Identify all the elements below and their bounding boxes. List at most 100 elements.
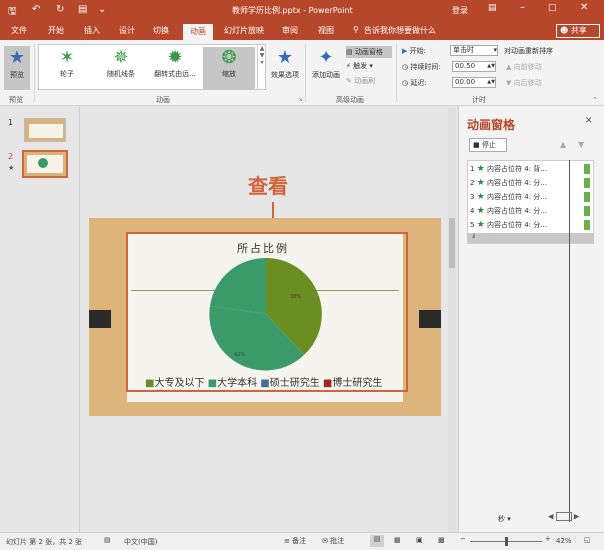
legend-swatch: ■ bbox=[260, 378, 270, 389]
pie-chart[interactable]: 38% 42% bbox=[204, 256, 328, 376]
group-label-advanced: 高级动画 bbox=[336, 96, 364, 104]
pie-slice-blue[interactable] bbox=[210, 257, 266, 314]
animation-list-item[interactable]: 4 ★ 内容占位符 4: 分... bbox=[470, 204, 594, 218]
lightbulb-icon: ⚲ bbox=[353, 25, 359, 34]
zoom-out-icon[interactable]: − bbox=[460, 535, 466, 543]
chart-title: 所占比例 bbox=[237, 242, 289, 255]
timeline-bar bbox=[584, 178, 590, 188]
wheel-star-icon: ✶ bbox=[59, 47, 75, 68]
slide-thumbnail-1[interactable] bbox=[24, 118, 66, 142]
move-later-button[interactable]: ▼ 向后移动 bbox=[506, 78, 542, 88]
tab-transitions[interactable]: 切换 bbox=[153, 25, 169, 36]
zoom-slider-thumb[interactable] bbox=[505, 537, 508, 546]
animation-painter-button[interactable]: ✎ 动画刷 bbox=[346, 76, 375, 86]
effect-options-icon: ★ bbox=[276, 47, 294, 68]
expand-row[interactable]: ⇓ bbox=[468, 233, 593, 243]
slideshow-icon[interactable]: ▩ bbox=[438, 536, 445, 544]
spellcheck-icon[interactable]: ▤ bbox=[104, 536, 111, 544]
ribbon-display-icon[interactable]: ▤ bbox=[488, 3, 497, 13]
move-earlier-button[interactable]: ▲ 向前移动 bbox=[506, 62, 542, 72]
delay-input[interactable]: 00.00 ▲▼ bbox=[452, 77, 496, 88]
tab-animations[interactable]: 动画 bbox=[183, 24, 213, 40]
animation-pane-button[interactable]: ▤ 动画窗格 bbox=[346, 46, 392, 58]
tab-home[interactable]: 开始 bbox=[48, 25, 64, 36]
maximize-icon[interactable]: □ bbox=[548, 3, 557, 13]
zoom-in-icon[interactable]: + bbox=[545, 535, 551, 543]
legend-swatch: ■ bbox=[207, 378, 218, 389]
move-down-icon[interactable]: ▼ bbox=[578, 140, 584, 149]
painter-icon: ✎ bbox=[346, 77, 352, 85]
tab-view[interactable]: 视图 bbox=[318, 25, 334, 36]
tell-me-input[interactable]: 告诉我你想要做什么 bbox=[364, 25, 436, 36]
pane-close-icon[interactable]: ✕ bbox=[585, 116, 593, 126]
timeline-bar bbox=[584, 206, 590, 216]
animation-gallery[interactable]: ✶ 轮子 ✵ 随机线条 ✹ 翻转式由远... ❂ 缩放 ▲ ▼ ▾ bbox=[38, 44, 266, 90]
fit-slide-icon[interactable]: ◱ bbox=[584, 536, 591, 544]
legend-item: 大专及以下 bbox=[154, 378, 205, 389]
delay-label: ◷ 延迟: bbox=[402, 79, 427, 87]
animation-wheel[interactable]: ✶ 轮子 bbox=[41, 47, 93, 89]
pie-label-teal: 42% bbox=[234, 352, 245, 358]
timeline-scroll[interactable]: ◀ ▶ bbox=[548, 512, 594, 524]
normal-view-icon[interactable]: ▤ bbox=[370, 535, 384, 547]
reading-view-icon[interactable]: ▣ bbox=[416, 536, 423, 544]
animation-random-bars[interactable]: ✵ 随机线条 bbox=[95, 47, 147, 89]
login-link[interactable]: 登录 bbox=[452, 5, 468, 16]
grow-turn-star-icon: ✹ bbox=[167, 47, 183, 68]
duration-input[interactable]: 00.50 ▲▼ bbox=[452, 61, 496, 72]
collapse-ribbon-icon[interactable]: ⌃ bbox=[592, 96, 598, 104]
group-label-animation: 动画 bbox=[156, 96, 170, 104]
dialog-launcher-icon[interactable]: ↘ bbox=[298, 96, 303, 103]
animation-zoom[interactable]: ❂ 缩放 bbox=[203, 47, 255, 89]
animation-list-item[interactable]: 1 ★ 内容占位符 4: 背... bbox=[470, 162, 594, 176]
save-icon[interactable]: 🖫 bbox=[8, 4, 17, 21]
gallery-scroll[interactable]: ▲ ▼ ▾ bbox=[257, 45, 266, 89]
customize-qat-icon[interactable]: ⌄ bbox=[98, 4, 106, 15]
entrance-star-icon: ★ bbox=[476, 178, 485, 188]
preview-button[interactable]: ★ 预览 bbox=[4, 46, 30, 90]
move-up-icon[interactable]: ▲ bbox=[560, 140, 566, 149]
trigger-button[interactable]: ⚡ 触发 ▾ bbox=[346, 61, 373, 71]
pie-label-green: 38% bbox=[290, 294, 301, 300]
tab-insert[interactable]: 插入 bbox=[84, 25, 100, 36]
slide-sorter-icon[interactable]: ▦ bbox=[394, 536, 401, 544]
stop-button[interactable]: ■ 停止 bbox=[469, 138, 507, 152]
minimize-icon[interactable]: – bbox=[520, 2, 525, 13]
seconds-dropdown[interactable]: 秒 ▾ bbox=[498, 514, 511, 524]
close-icon[interactable]: ✕ bbox=[580, 2, 588, 13]
animation-list-item[interactable]: 2 ★ 内容占位符 4: 分... bbox=[470, 176, 594, 190]
scrollbar-thumb[interactable] bbox=[449, 218, 455, 268]
redo-icon[interactable]: ↻ bbox=[56, 4, 64, 15]
zoom-level[interactable]: 42% bbox=[556, 537, 572, 545]
canvas-scrollbar[interactable] bbox=[448, 108, 456, 532]
animation-list-item[interactable]: 5 ★ 内容占位符 4: 分... bbox=[470, 218, 594, 232]
title-bar: 🖫 ↶ ↻ ▤ ⌄ 教师学历比例.pptx - PowerPoint 登录 ▤ … bbox=[0, 0, 604, 22]
play-icon: ▶ bbox=[402, 47, 408, 55]
delay-icon: ◷ bbox=[402, 79, 409, 87]
language-indicator[interactable]: 中文(中国) bbox=[124, 537, 157, 547]
animation-grow-turn[interactable]: ✹ 翻转式由远... bbox=[149, 47, 201, 89]
tab-design[interactable]: 设计 bbox=[119, 25, 135, 36]
preview-star-icon: ★ bbox=[8, 47, 26, 68]
tab-slideshow[interactable]: 幻灯片放映 bbox=[224, 25, 264, 36]
from-beginning-icon[interactable]: ▤ bbox=[78, 4, 87, 15]
timeline-bar bbox=[584, 192, 590, 202]
slide-thumbnails: 1 2 ★ bbox=[0, 106, 80, 532]
person-icon: ☻ bbox=[560, 26, 569, 35]
legend-item: 博士研究生 bbox=[332, 378, 383, 389]
group-label-timing: 计时 bbox=[472, 96, 486, 104]
effect-options-button[interactable]: ★ 效果选项 bbox=[268, 46, 302, 90]
window-title: 教师学历比例.pptx - PowerPoint bbox=[232, 6, 353, 15]
tab-file[interactable]: 文件 bbox=[11, 25, 27, 36]
start-select[interactable]: 单击时 ▾ bbox=[450, 45, 498, 56]
thumb-inner bbox=[29, 124, 63, 138]
notes-button[interactable]: ≡ 备注 bbox=[284, 536, 306, 546]
undo-icon[interactable]: ↶ bbox=[32, 4, 40, 15]
slide-thumbnail-2[interactable] bbox=[22, 150, 68, 178]
tab-review[interactable]: 审阅 bbox=[282, 25, 298, 36]
animation-list-item[interactable]: 3 ★ 内容占位符 4: 分... bbox=[470, 190, 594, 204]
comments-button[interactable]: ✉ 批注 bbox=[322, 536, 344, 546]
share-button[interactable]: ☻ 共享 bbox=[556, 24, 600, 38]
annotation-label: 查看 bbox=[248, 174, 288, 198]
add-animation-button[interactable]: ✦ 添加动画 bbox=[308, 46, 344, 90]
